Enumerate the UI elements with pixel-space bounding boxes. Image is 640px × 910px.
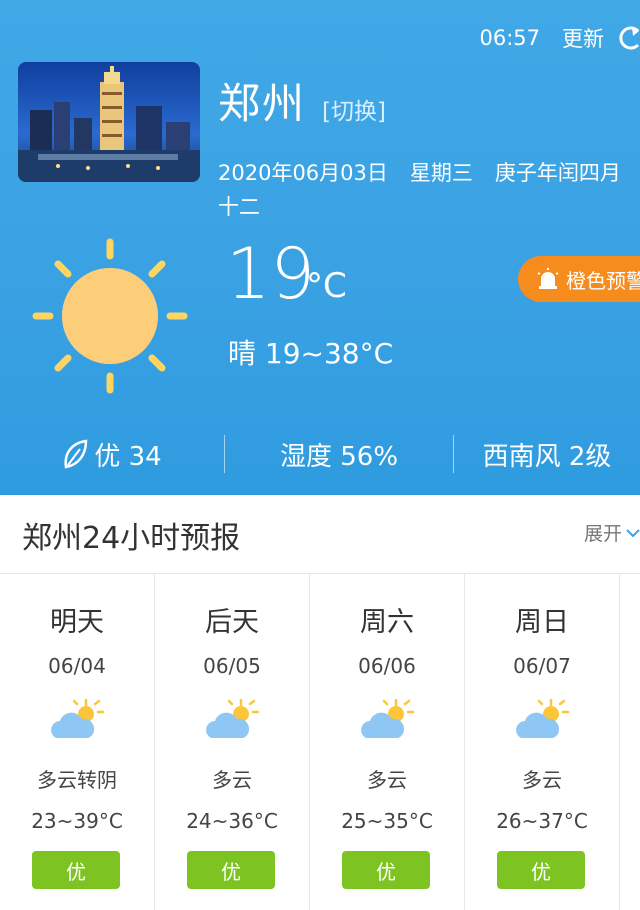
leaf-icon <box>64 439 88 469</box>
forecast-day: 周六 <box>360 607 414 638</box>
forecast-day: 后天 <box>205 607 259 638</box>
alert-label: 橙色预警 <box>566 268 640 293</box>
forecast-date: 06/05 <box>203 654 261 678</box>
partly-cloudy-icon <box>516 698 570 738</box>
refresh-button[interactable]: 更新 <box>562 23 604 53</box>
forecast-date: 06/06 <box>358 654 416 678</box>
aqi-badge: 优 <box>32 851 120 889</box>
air-quality[interactable]: 优 34 <box>0 436 224 473</box>
temperature-unit: °C <box>306 266 347 306</box>
expand-button[interactable]: 展开 <box>584 519 640 546</box>
wind: 西南风 2级 <box>482 441 612 472</box>
forecast-date: 06/04 <box>48 654 106 678</box>
city-photo <box>18 62 200 182</box>
chevron-down-icon <box>626 528 640 537</box>
weekday-text: 星期三 <box>409 161 473 185</box>
forecast-temp-range: 26~37°C <box>496 809 588 833</box>
weather-alert-badge[interactable]: 橙色预警 <box>518 256 640 302</box>
forecast-card[interactable]: 明天 06/04 多云转阴 23~39°C 优 <box>0 574 155 910</box>
today-summary: 晴 19~38°C <box>228 337 394 370</box>
stats-row: 优 34 湿度 56% 西南风 2级 <box>0 432 640 476</box>
forecast-temp-range: 23~39°C <box>31 809 123 833</box>
forecast-section-header: 郑州24小时预报 展开 <box>0 495 640 574</box>
air-quality-text: 优 34 <box>94 441 162 472</box>
forecast-condition: 多云 <box>212 768 252 792</box>
top-bar: 06:57 更新 <box>479 22 640 54</box>
aqi-badge: 优 <box>342 851 430 889</box>
forecast-date: 06/07 <box>513 654 571 678</box>
partly-cloudy-icon <box>206 698 260 738</box>
switch-city-link[interactable]: [切换] <box>322 92 386 126</box>
aqi-badge: 优 <box>497 851 585 889</box>
current-temperature: 19 <box>226 233 316 315</box>
city-skyline-image <box>18 62 200 182</box>
expand-label: 展开 <box>584 523 623 545</box>
forecast-day: 明天 <box>50 607 104 638</box>
update-time: 06:57 <box>479 26 540 50</box>
forecast-list: 明天 06/04 多云转阴 23~39°C 优 后天 06/05 多云 24~3… <box>0 574 640 910</box>
refresh-icon[interactable] <box>618 25 640 51</box>
aqi-badge: 优 <box>187 851 275 889</box>
partly-cloudy-icon <box>361 698 415 738</box>
forecast-section-title: 郑州24小时预报 <box>22 521 241 556</box>
forecast-temp-range: 24~36°C <box>186 809 278 833</box>
humidity: 湿度 56% <box>279 441 399 472</box>
forecast-card[interactable]: 周日 06/07 多云 26~37°C 优 <box>465 574 620 910</box>
sunny-icon <box>32 238 188 394</box>
forecast-day: 周日 <box>515 607 569 638</box>
city-name: 郑州 <box>218 79 307 128</box>
partly-cloudy-icon <box>51 698 105 738</box>
alarm-icon <box>537 268 559 289</box>
forecast-condition: 多云转阴 <box>37 768 117 792</box>
forecast-condition: 多云 <box>522 768 562 792</box>
forecast-card[interactable]: 周六 06/06 多云 25~35°C 优 <box>310 574 465 910</box>
forecast-temp-range: 25~35°C <box>341 809 433 833</box>
date-text: 2020年06月03日 <box>218 161 388 185</box>
date-line: 2020年06月03日 星期三 庚子年闰四月十二 <box>218 156 638 224</box>
forecast-condition: 多云 <box>367 768 407 792</box>
next-card-peek <box>620 574 640 910</box>
forecast-card[interactable]: 后天 06/05 多云 24~36°C 优 <box>155 574 310 910</box>
weather-hero: 06:57 更新 郑州 [切换] 2020年06月03日 星期三 庚子年闰四月十… <box>0 0 640 495</box>
